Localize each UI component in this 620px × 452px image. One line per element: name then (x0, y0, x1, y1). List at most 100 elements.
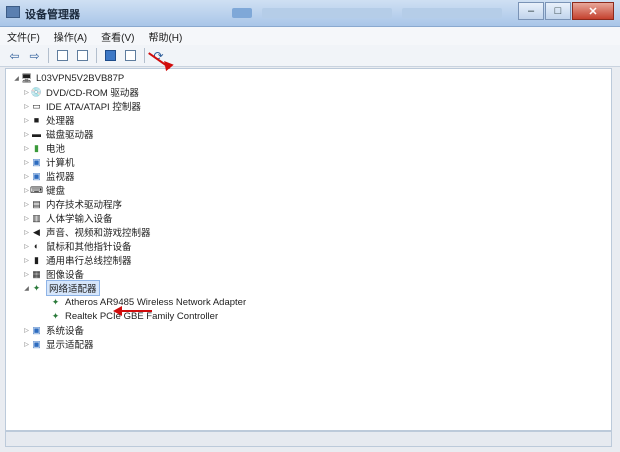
expand-icon[interactable]: ▷ (22, 257, 31, 264)
tree-item-label: 处理器 (46, 116, 75, 127)
tree-item[interactable]: ▷ ▥ 人体学输入设备 (22, 211, 113, 226)
blurred-region (402, 8, 502, 18)
expand-icon[interactable]: ▷ (22, 89, 31, 96)
disk-icon: ▬ (32, 129, 41, 139)
tree-item[interactable]: ▷ ▦ 图像设备 (22, 267, 84, 282)
camera-icon: ▦ (32, 268, 41, 279)
annotation-arrow (120, 310, 152, 312)
tree-item[interactable]: ▷ ▭ IDE ATA/ATAPI 控制器 (22, 99, 141, 114)
expand-icon[interactable]: ▷ (22, 145, 31, 152)
tree-item[interactable]: ▷ ▣ 显示适配器 (22, 337, 94, 352)
view-icon[interactable] (122, 47, 139, 64)
expand-icon[interactable]: ▷ (22, 159, 31, 166)
tree-child[interactable]: ✦ Atheros AR9485 Wireless Network Adapter (50, 295, 246, 309)
menu-bar: 文件(F) 操作(A) 查看(V) 帮助(H) (0, 27, 620, 45)
help-icon[interactable] (102, 47, 119, 64)
status-bar (5, 431, 612, 447)
network-adapter-icon: ✦ (51, 310, 60, 321)
monitor-icon: ▣ (32, 170, 41, 181)
tree-item[interactable]: ▷ ■ 处理器 (22, 113, 75, 127)
display-icon: ▣ (32, 338, 41, 349)
keyboard-icon: ⌨ (30, 184, 43, 195)
tree-item[interactable]: ▷ ▤ 内存技术驱动程序 (22, 197, 123, 212)
tree-item[interactable]: ▷ ▬ 磁盘驱动器 (22, 127, 94, 141)
tree-item-label: 内存技术驱动程序 (46, 200, 123, 211)
expand-icon[interactable]: ▷ (22, 327, 31, 334)
device-tree: ◢ 🖥 L03VPN5V2BVB87P ▷ 💿 DVD/CD-ROM 驱动器 ▷ ▭ I… (5, 68, 612, 431)
computer-icon: ▣ (32, 156, 41, 167)
collapse-icon[interactable]: ◢ (22, 285, 31, 292)
root-label: L03VPN5V2BVB87P (36, 72, 125, 84)
tree-item-label: 通用串行总线控制器 (46, 256, 132, 267)
tree-item[interactable]: ▷ ▮ 通用串行总线控制器 (22, 253, 132, 268)
tree-item[interactable]: ▷ ◐ 鼠标和其他指针设备 (22, 239, 132, 253)
toolbar-separator (144, 48, 145, 63)
tree-item[interactable]: ▷ ◀ 声音、视频和游戏控制器 (22, 225, 151, 240)
tree-item[interactable]: ▷ ▮ 电池 (22, 141, 66, 156)
tree-item-label: 人体学输入设备 (46, 214, 113, 225)
maximize-button[interactable]: □ (545, 2, 571, 20)
blurred-region (232, 8, 252, 18)
toolbar-separator (96, 48, 97, 63)
expand-icon[interactable]: ▷ (22, 131, 31, 138)
title-bar: 设备管理器 – □ ✕ (0, 0, 620, 27)
system-icon: ▣ (32, 324, 41, 335)
sound-icon: ◀ (33, 226, 40, 237)
tree-item-label: 系统设备 (46, 326, 85, 337)
network-icon: ✦ (32, 282, 41, 293)
back-icon[interactable]: ⇦ (6, 47, 23, 64)
tree-item[interactable]: ▷ ▣ 系统设备 (22, 323, 85, 338)
close-button[interactable]: ✕ (572, 2, 614, 20)
tree-item-label: DVD/CD-ROM 驱动器 (46, 88, 139, 99)
dvd-icon: 💿 (30, 86, 43, 97)
tree-item-label: 鼠标和其他指针设备 (46, 242, 132, 253)
memory-icon: ▤ (32, 198, 41, 209)
driver-icon[interactable] (74, 47, 91, 64)
tree-item-label: 显示适配器 (46, 340, 94, 351)
tree-item-label: 电池 (46, 144, 66, 155)
tree-item-label: 监视器 (46, 172, 75, 183)
tree-item[interactable]: ▷ ▣ 计算机 (22, 155, 75, 170)
tree-child-label: Realtek PCIe GBE Family Controller (65, 310, 219, 322)
properties-icon[interactable] (54, 47, 71, 64)
menu-file[interactable]: 文件(F) (0, 29, 47, 44)
menu-action[interactable]: 操作(A) (47, 29, 94, 44)
ide-icon: ▭ (32, 100, 41, 111)
usb-icon: ▮ (34, 254, 39, 265)
tree-item-network[interactable]: ◢ ✦ 网络适配器 (22, 280, 100, 296)
blurred-region (262, 8, 392, 18)
expand-icon[interactable]: ▷ (22, 215, 31, 222)
hid-icon: ▥ (32, 212, 41, 223)
collapse-icon[interactable]: ◢ (12, 75, 21, 82)
watermark (462, 390, 582, 418)
device-manager-icon (6, 6, 20, 18)
expand-icon[interactable]: ▷ (22, 229, 31, 236)
tree-item-label: IDE ATA/ATAPI 控制器 (46, 102, 141, 113)
tree-item-label: 计算机 (46, 158, 75, 169)
computer-icon: 🖥 (20, 72, 33, 83)
forward-icon[interactable]: ⇨ (26, 47, 43, 64)
menu-view[interactable]: 查看(V) (94, 29, 141, 44)
expand-icon[interactable]: ▷ (22, 173, 31, 180)
expand-icon[interactable]: ▷ (22, 341, 31, 348)
expand-icon[interactable]: ▷ (22, 201, 31, 208)
expand-icon[interactable]: ▷ (22, 271, 31, 278)
network-adapter-icon: ✦ (51, 296, 60, 307)
expand-icon[interactable]: ▷ (22, 243, 31, 250)
toolbar-separator (48, 48, 49, 63)
expand-icon[interactable]: ▷ (22, 117, 31, 124)
menu-help[interactable]: 帮助(H) (141, 29, 189, 44)
tree-item-label: 磁盘驱动器 (46, 130, 94, 141)
tree-item-label: 键盘 (46, 186, 66, 197)
battery-icon: ▮ (34, 142, 39, 153)
expand-icon[interactable]: ▷ (22, 103, 31, 110)
tree-root[interactable]: ◢ 🖥 L03VPN5V2BVB87P (12, 71, 124, 85)
tree-child-label: Atheros AR9485 Wireless Network Adapter (65, 296, 247, 308)
tree-item-label: 网络适配器 (46, 280, 100, 296)
tree-item[interactable]: ▷ 💿 DVD/CD-ROM 驱动器 (22, 85, 139, 100)
minimize-button[interactable]: – (518, 2, 544, 20)
tree-item[interactable]: ▷ ⌨ 键盘 (22, 183, 66, 198)
tree-item-label: 声音、视频和游戏控制器 (46, 228, 151, 239)
mouse-icon: ◐ (33, 241, 40, 251)
tree-item[interactable]: ▷ ▣ 监视器 (22, 169, 75, 184)
